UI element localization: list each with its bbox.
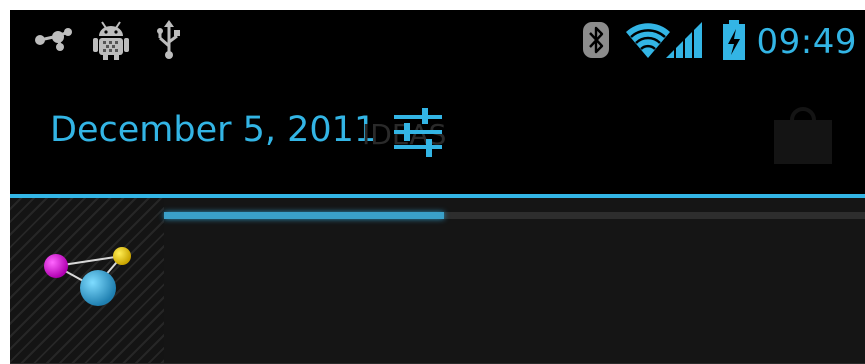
molecule-app-icon: [44, 247, 131, 306]
wifi-icon: [624, 20, 672, 64]
settings-button[interactable]: [392, 108, 444, 158]
notification-content: [164, 198, 865, 364]
notification-item[interactable]: [10, 198, 865, 364]
progress-fill: [164, 212, 445, 219]
usb-icon: [156, 20, 182, 64]
share-icon: [34, 28, 74, 56]
settings-sliders-icon: [394, 108, 442, 157]
background-bag-icon: [768, 98, 838, 172]
notification-icon-area: [10, 198, 164, 364]
shade-header: December 5, 2011 IDEAS: [10, 74, 865, 196]
bluetooth-icon: [582, 20, 610, 64]
progress-bar: [164, 212, 865, 219]
cell-signal-icon: [666, 22, 702, 62]
battery-charging-icon: [722, 20, 746, 64]
status-bar: 09:49: [10, 10, 865, 74]
status-clock: 09:49: [756, 22, 857, 62]
date-label: December 5, 2011: [50, 110, 377, 150]
android-debug-icon: [92, 20, 130, 64]
notification-shade: 09:49 December 5, 2011 IDEAS: [10, 10, 865, 364]
